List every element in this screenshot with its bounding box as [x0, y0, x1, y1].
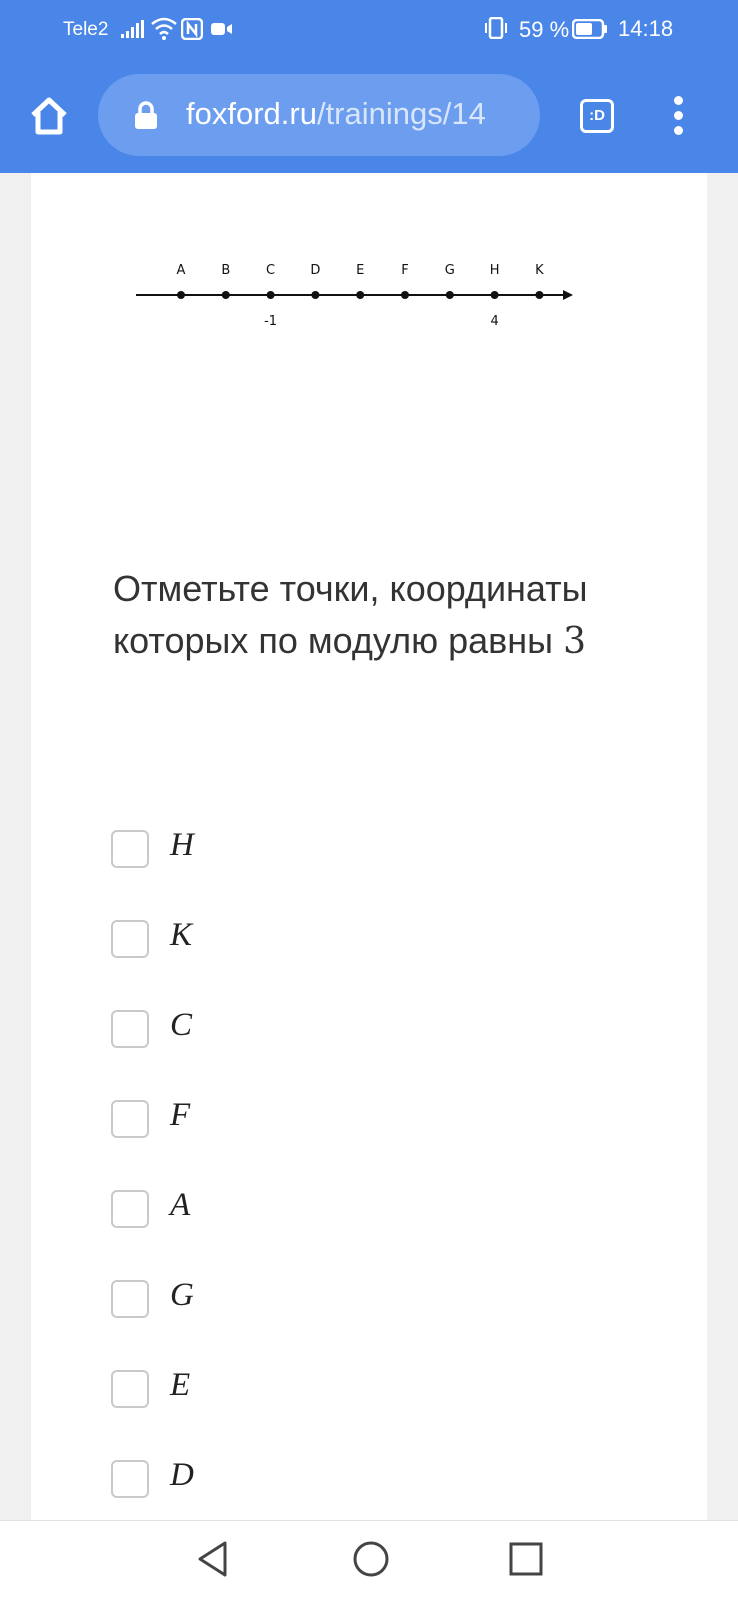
home-circle-icon[interactable]: [351, 1539, 391, 1579]
option-label: E: [170, 1367, 191, 1403]
point-dot-b: [221, 291, 230, 299]
system-navigation-bar: [0, 1520, 738, 1601]
option-checkbox[interactable]: [111, 1370, 149, 1408]
option-checkbox[interactable]: [111, 1100, 149, 1138]
coordinate-label: 4: [490, 314, 498, 329]
option-checkbox[interactable]: [111, 1010, 149, 1048]
battery-icon: [572, 19, 607, 39]
tab-switcher-icon[interactable]: :D: [580, 99, 614, 133]
carrier-name: Tele2: [63, 19, 109, 40]
point-dot-f: [401, 291, 409, 299]
home-icon[interactable]: [28, 95, 70, 137]
option-checkbox[interactable]: [111, 1190, 149, 1228]
number-line: A B C D E F G H K -1 4: [136, 263, 573, 329]
back-icon[interactable]: [195, 1539, 231, 1579]
point-label-c: C: [266, 263, 275, 278]
recents-icon[interactable]: [509, 1542, 543, 1576]
point-dot-c: [266, 291, 275, 299]
number-line-arrow: [563, 290, 573, 300]
point-dot-e: [356, 291, 365, 299]
option-label: D: [170, 1457, 194, 1493]
point-label-h: H: [490, 263, 500, 278]
point-dot-a: [177, 291, 185, 299]
browser-top-bar: Tele2 59 % 14:18 foxford.ru/trainings/14…: [0, 0, 738, 173]
status-clock: 14:18: [618, 16, 674, 41]
option-label: A: [170, 1187, 191, 1223]
wifi-icon: [151, 17, 177, 40]
point-label-d: D: [310, 263, 320, 278]
option-checkbox[interactable]: [111, 1460, 149, 1498]
question-prompt: Отметьте точки, координаты которых по мо…: [113, 568, 588, 661]
option-checkbox[interactable]: [111, 920, 149, 958]
nfc-icon: [181, 18, 203, 40]
option-label: K: [170, 917, 193, 953]
point-label-a: A: [177, 263, 186, 278]
point-dot-g: [445, 291, 454, 299]
task-card: A B C D E F G H K -1 4 Отметьте точки, координаты …: [31, 173, 707, 1520]
option-label: F: [170, 1097, 191, 1133]
url-text[interactable]: foxford.ru/trainings/14: [186, 96, 526, 132]
point-label-e: E: [356, 263, 364, 278]
point-dot-k: [535, 291, 544, 299]
point-dot-d: [311, 291, 320, 299]
status-bar: Tele2 59 % 14:18: [0, 0, 738, 58]
question-number: 3: [563, 621, 586, 662]
signal-icon: [121, 20, 144, 38]
coordinate-label: -1: [264, 314, 277, 329]
url-bar[interactable]: foxford.ru/trainings/14: [98, 74, 540, 156]
url-domain: foxford.ru: [186, 96, 317, 131]
point-label-b: B: [221, 263, 230, 278]
lock-icon: [135, 101, 157, 129]
menu-icon[interactable]: [670, 96, 686, 136]
url-path: /trainings/14: [316, 96, 486, 131]
option-checkbox[interactable]: [111, 1280, 149, 1318]
point-dot-h: [490, 291, 499, 299]
point-label-k: K: [535, 263, 544, 278]
option-label: H: [170, 827, 194, 863]
point-label-g: G: [445, 263, 455, 278]
option-label: C: [170, 1007, 193, 1043]
battery-percent: 59 %: [519, 17, 570, 42]
point-label-f: F: [401, 263, 408, 278]
option-label: G: [170, 1277, 194, 1313]
video-camera-icon: [211, 23, 232, 35]
option-checkbox[interactable]: [111, 830, 149, 868]
question-text: Отметьте точки, координаты которых по мо…: [113, 563, 633, 668]
vibrate-icon: [485, 17, 507, 39]
